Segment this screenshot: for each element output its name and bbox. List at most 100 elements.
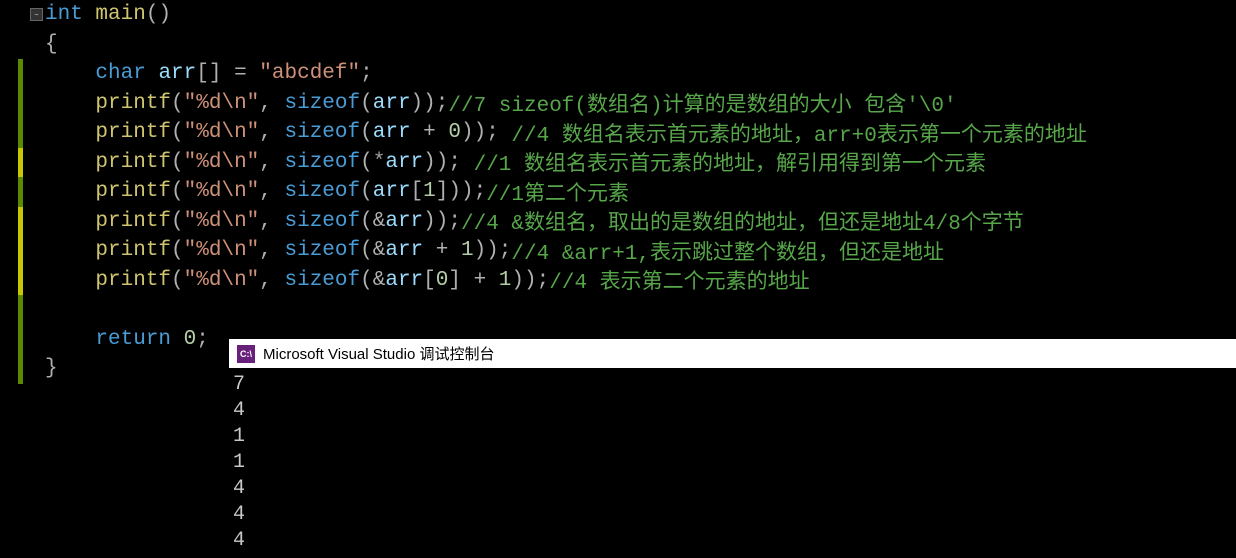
console-output-line: 1: [233, 424, 1232, 450]
console-app-icon: C:\: [237, 345, 255, 363]
token-brace: {: [45, 33, 58, 56]
console-output-line: 4: [233, 398, 1232, 424]
token-op: [146, 62, 159, 85]
code-line[interactable]: [45, 295, 1236, 325]
code-line[interactable]: printf("%d\n", sizeof(arr[1]));//1第二个元素: [45, 177, 1236, 207]
change-bar-unsaved: [18, 148, 23, 178]
token-paren: (: [171, 92, 184, 115]
token-num: 1: [461, 239, 474, 262]
token-num: 0: [184, 328, 197, 351]
token-idp: arr: [385, 151, 423, 174]
change-bar-unsaved: [18, 266, 23, 296]
token-fn: printf: [95, 121, 171, 144]
token-kw: return: [95, 328, 171, 351]
token-kw: sizeof: [285, 269, 361, 292]
token-fn: printf: [95, 239, 171, 262]
change-bar-unsaved: [18, 236, 23, 266]
token-cmt: //4 &数组名，取出的是数组的地址，但还是地址4/8个字节: [461, 206, 1024, 236]
token-cmt: //4 表示第二个元素的地址: [549, 265, 809, 295]
code-line[interactable]: printf("%d\n", sizeof(&arr + 1));//4 &ar…: [45, 236, 1236, 266]
gutter-row: -: [0, 0, 45, 30]
change-bar-saved: [18, 59, 23, 89]
token-cmt: //1 数组名表示首元素的地址，解引用得到第一个元素: [474, 147, 986, 177]
token-paren: (: [360, 151, 373, 174]
token-num: 0: [436, 269, 449, 292]
token-paren: [: [423, 269, 436, 292]
token-op: &: [373, 210, 386, 233]
token-paren: (): [146, 3, 171, 26]
token-paren: ]: [448, 269, 461, 292]
code-line[interactable]: {: [45, 30, 1236, 60]
token-num: 1: [423, 180, 436, 203]
gutter-row: [0, 266, 45, 296]
token-idp: arr: [373, 92, 411, 115]
token-op: ,: [259, 180, 284, 203]
editor-gutter: -: [0, 0, 45, 384]
token-op: +: [461, 269, 499, 292]
token-semi: ;: [448, 210, 461, 233]
token-op: [461, 151, 474, 174]
code-line[interactable]: printf("%d\n", sizeof(&arr));//4 &数组名，取出…: [45, 207, 1236, 237]
token-cmt: //1第二个元素: [486, 177, 629, 207]
token-op: &: [373, 269, 386, 292]
gutter-row: [0, 325, 45, 355]
token-str: "%d\n": [184, 210, 260, 233]
token-paren: (: [360, 210, 373, 233]
code-line[interactable]: char arr[] = "abcdef";: [45, 59, 1236, 89]
fold-collapse-icon[interactable]: -: [30, 8, 43, 21]
code-line[interactable]: printf("%d\n", sizeof(&arr[0] + 1));//4 …: [45, 266, 1236, 296]
code-area[interactable]: int main() { char arr[] = "abcdef"; print…: [45, 0, 1236, 384]
token-paren: )): [474, 239, 499, 262]
token-paren: (: [171, 210, 184, 233]
token-paren: (: [360, 92, 373, 115]
console-output[interactable]: 7411444: [229, 368, 1236, 558]
gutter-row: [0, 177, 45, 207]
token-fn: printf: [95, 210, 171, 233]
token-str: "%d\n": [184, 269, 260, 292]
token-paren: )): [511, 269, 536, 292]
token-op: [499, 121, 512, 144]
token-idp: arr: [158, 62, 196, 85]
token-op: ,: [259, 121, 284, 144]
token-op: =: [221, 62, 259, 85]
console-titlebar[interactable]: C:\ Microsoft Visual Studio 调试控制台: [229, 339, 1236, 368]
token-semi: ;: [537, 269, 550, 292]
token-semi: ;: [499, 239, 512, 262]
token-idp: arr: [373, 180, 411, 203]
debug-console-window[interactable]: C:\ Microsoft Visual Studio 调试控制台 741144…: [229, 339, 1236, 558]
console-output-line: 4: [233, 476, 1232, 502]
token-brace: }: [45, 357, 58, 380]
token-paren: )): [423, 151, 448, 174]
token-paren: (: [360, 239, 373, 262]
token-str: "%d\n": [184, 151, 260, 174]
console-output-line: 4: [233, 528, 1232, 554]
token-semi: ;: [436, 92, 449, 115]
token-idp: arr: [385, 239, 423, 262]
gutter-row: [0, 59, 45, 89]
token-semi: ;: [486, 121, 499, 144]
token-paren: (: [171, 180, 184, 203]
code-line[interactable]: printf("%d\n", sizeof(arr + 0)); //4 数组名…: [45, 118, 1236, 148]
console-icon-text: C:\: [240, 349, 252, 359]
token-paren: (: [171, 121, 184, 144]
gutter-row: [0, 30, 45, 60]
token-cmt: //7 sizeof(数组名)计算的是数组的大小 包含'\0': [448, 88, 956, 118]
token-semi: ;: [360, 62, 373, 85]
console-output-line: 1: [233, 450, 1232, 476]
token-op: ,: [259, 92, 284, 115]
token-idp: arr: [385, 210, 423, 233]
token-paren: (: [360, 121, 373, 144]
token-kw: sizeof: [285, 210, 361, 233]
token-paren: (: [171, 269, 184, 292]
console-title-text: Microsoft Visual Studio 调试控制台: [263, 343, 494, 364]
token-cmt: //4 &arr+1,表示跳过整个数组，但还是地址: [511, 236, 944, 266]
token-idp: arr: [373, 121, 411, 144]
token-semi: ;: [448, 151, 461, 174]
change-bar-saved: [18, 295, 23, 325]
token-paren: )): [423, 210, 448, 233]
code-line[interactable]: int main(): [45, 0, 1236, 30]
code-editor[interactable]: - int main() { char arr[] = "abcdef"; pri…: [0, 0, 1236, 384]
code-line[interactable]: printf("%d\n", sizeof(*arr)); //1 数组名表示首…: [45, 148, 1236, 178]
code-line[interactable]: printf("%d\n", sizeof(arr));//7 sizeof(数…: [45, 89, 1236, 119]
change-bar-saved: [18, 177, 23, 207]
